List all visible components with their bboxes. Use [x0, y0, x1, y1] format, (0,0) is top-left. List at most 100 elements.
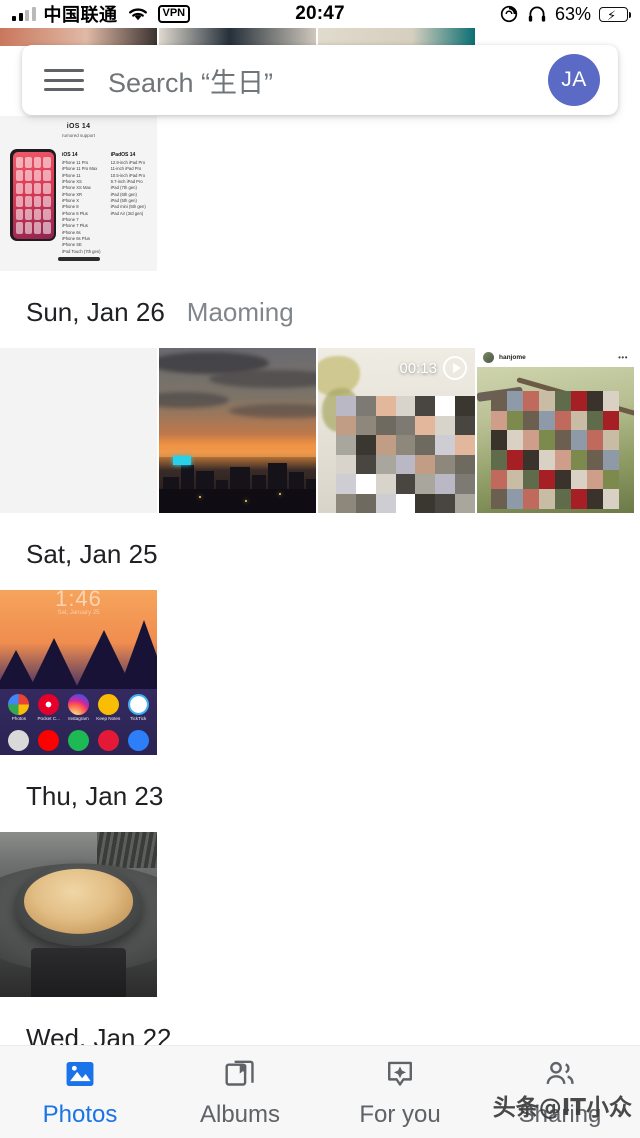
mosaic-cell: [491, 450, 507, 470]
mosaic-cell: [539, 391, 555, 411]
nav-label-photos: Photos: [43, 1101, 118, 1129]
mosaic-cell: [571, 430, 587, 450]
android-clock: 1:46: [0, 590, 157, 612]
photo-tile-partial[interactable]: [318, 28, 475, 46]
search-input[interactable]: Search “生日”: [108, 61, 548, 100]
ios14-device-item: iPad (7th gen): [111, 186, 146, 191]
ios14-col2-head: iPadOS 14: [111, 152, 146, 158]
instagram-avatar: [483, 352, 494, 363]
android-app-icon: [68, 694, 89, 715]
photos-icon: [61, 1055, 99, 1093]
mosaic-cell: [356, 455, 376, 475]
ios14-device-item: iPad (6th gen): [111, 193, 146, 198]
instagram-username: hanjome: [499, 354, 526, 361]
mosaic-cell: [523, 391, 539, 411]
ios14-device-item: iPhone XS: [62, 180, 101, 185]
mosaic-cell: [507, 391, 523, 411]
mosaic-cell: [491, 391, 507, 411]
mosaic-cell: [571, 450, 587, 470]
ios14-device-item: iPod Touch (7th gen): [62, 250, 101, 255]
mosaic-cell: [336, 435, 356, 455]
photo-row-jan26: 00:13 hanjome •••: [0, 348, 640, 513]
video-tile-blurred[interactable]: 00:13: [318, 348, 475, 513]
mosaic-cell: [587, 470, 603, 490]
ios14-device-item: iPhone 6s: [62, 231, 101, 236]
mosaic-cell: [587, 450, 603, 470]
photo-tile-android-homescreen[interactable]: 1:46 Sat, January 25 PhotosPocket C...In…: [0, 590, 157, 755]
nav-item-photos[interactable]: Photos: [0, 1055, 160, 1129]
mosaic-cell: [396, 396, 416, 416]
photo-row-jan25: 1:46 Sat, January 25 PhotosPocket C...In…: [0, 590, 640, 755]
android-app-item: Photos: [7, 694, 31, 722]
android-app-label: TickTick: [126, 717, 150, 722]
mosaic-cell: [356, 435, 376, 455]
date-label: Thu, Jan 23: [26, 781, 163, 812]
ios14-device-item: iPhone 7 Plus: [62, 224, 101, 229]
avatar[interactable]: JA: [548, 54, 600, 106]
ios14-device-item: iPhone 8 Plus: [62, 212, 101, 217]
mosaic-cell: [555, 470, 571, 490]
photo-tile-cooking-pot[interactable]: [0, 832, 157, 997]
mosaic-cell: [539, 450, 555, 470]
mosaic-cell: [571, 391, 587, 411]
ios14-device-item: iPhone XR: [62, 193, 101, 198]
android-app-icon: [128, 694, 149, 715]
search-bar[interactable]: Search “生日” JA: [22, 45, 618, 115]
mosaic-cell: [587, 391, 603, 411]
mosaic-cell: [603, 430, 619, 450]
iphone-mockup-icon: [10, 149, 56, 241]
date-label: Sat, Jan 25: [26, 539, 158, 570]
android-date: Sat, January 25: [0, 610, 157, 616]
photo-tile-partial[interactable]: [477, 28, 634, 46]
ios14-device-item: iPad Air (3rd gen): [111, 212, 146, 217]
photo-tile-partial[interactable]: [159, 28, 316, 46]
android-app-icon: [68, 730, 89, 751]
ios14-device-item: iPhone X: [62, 199, 101, 204]
photo-tile-sunset-city[interactable]: [159, 348, 316, 513]
mosaic-cell: [587, 411, 603, 431]
mosaic-cell: [356, 396, 376, 416]
mosaic-cell: [435, 416, 455, 436]
mosaic-cell: [587, 430, 603, 450]
photo-tile-partial[interactable]: [0, 28, 157, 46]
mosaic-cell: [523, 489, 539, 509]
mosaic-cell: [435, 474, 455, 494]
ios14-device-item: iPhone 11: [62, 174, 101, 179]
mosaic-cell: [523, 470, 539, 490]
mosaic-cell: [555, 489, 571, 509]
android-app-item: [66, 730, 90, 753]
mosaic-cell: [435, 396, 455, 416]
mosaic-cell: [415, 474, 435, 494]
android-app-label: Photos: [7, 717, 31, 722]
photo-tile-empty[interactable]: [0, 348, 157, 513]
more-options-icon[interactable]: •••: [618, 353, 628, 362]
ios14-device-item: iPad (5th gen): [111, 199, 146, 204]
ios14-device-item: 9.7-inch iPad Pro: [111, 180, 146, 185]
mosaic-cell: [356, 494, 376, 514]
nav-label-albums: Albums: [200, 1101, 280, 1129]
android-app-item: TickTick: [126, 694, 150, 722]
nav-item-for-you[interactable]: For you: [320, 1055, 480, 1129]
mosaic-cell: [603, 411, 619, 431]
android-app-item: Keep Notes: [96, 694, 120, 722]
photo-row-ios14: iOS 14 rumored support iOS 14 iPhone 11 …: [0, 116, 640, 271]
photo-tile-instagram-post[interactable]: hanjome •••: [477, 348, 634, 513]
mosaic-cell: [523, 450, 539, 470]
photo-feed[interactable]: iOS 14 rumored support iOS 14 iPhone 11 …: [0, 116, 640, 1138]
mosaic-cell: [396, 474, 416, 494]
android-app-icon: [38, 694, 59, 715]
watermark: 头条@IT小众: [493, 1088, 632, 1122]
nav-item-albums[interactable]: Albums: [160, 1055, 320, 1129]
mosaic-cell: [336, 455, 356, 475]
mosaic-cell: [396, 416, 416, 436]
android-app-item: [7, 730, 31, 753]
android-app-item: [126, 730, 150, 753]
hamburger-menu-icon[interactable]: [44, 65, 84, 95]
instagram-post-header: hanjome •••: [477, 348, 634, 367]
ios14-device-item: 12.9-inch iPad Pro: [111, 161, 146, 166]
mosaic-cell: [539, 489, 555, 509]
ios14-title: iOS 14: [0, 123, 157, 130]
android-app-label: Instagram: [66, 717, 90, 722]
ios14-device-item: iPhone 8: [62, 205, 101, 210]
photo-tile-ios14-infographic[interactable]: iOS 14 rumored support iOS 14 iPhone 11 …: [0, 116, 157, 271]
